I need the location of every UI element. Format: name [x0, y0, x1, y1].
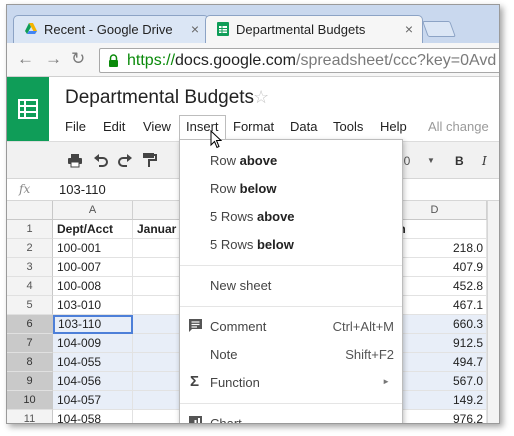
- chart-icon: [189, 416, 202, 423]
- sheets-logo[interactable]: [7, 77, 49, 141]
- cell-dept-acct[interactable]: 100-001: [53, 239, 133, 258]
- submenu-arrow-icon: ►: [382, 377, 390, 386]
- star-icon[interactable]: ☆: [253, 87, 269, 108]
- row-number[interactable]: 10: [7, 391, 53, 410]
- row-number[interactable]: 6: [7, 315, 53, 334]
- sigma-icon: Σ: [190, 373, 200, 390]
- row-number[interactable]: 8: [7, 353, 53, 372]
- back-arrow-icon[interactable]: ←: [17, 49, 34, 69]
- cell-dept-acct[interactable]: 100-008: [53, 277, 133, 296]
- cell-dept-acct[interactable]: 104-055: [53, 353, 133, 372]
- fx-icon: fx: [19, 182, 31, 196]
- column-header-a[interactable]: A: [53, 201, 133, 220]
- menu-item-note[interactable]: Note Shift+F2: [180, 340, 402, 368]
- comment-icon: [189, 319, 202, 332]
- menu-edit[interactable]: Edit: [103, 115, 125, 139]
- menu-tools[interactable]: Tools: [333, 115, 363, 139]
- formula-input[interactable]: 103-110: [59, 182, 106, 197]
- tab-strip: Recent - Google Drive × Departmental Bud…: [7, 5, 499, 43]
- url-scheme: https://: [127, 52, 176, 69]
- menu-help[interactable]: Help: [380, 115, 407, 139]
- cell-dept-acct[interactable]: 104-058: [53, 410, 133, 423]
- forward-arrow-icon[interactable]: →: [45, 49, 62, 69]
- menu-file[interactable]: File: [65, 115, 86, 139]
- cell-dept-acct[interactable]: 104-056: [53, 372, 133, 391]
- row-number[interactable]: 3: [7, 258, 53, 277]
- save-status: All change: [428, 119, 489, 134]
- sheets-logo-icon: [18, 99, 38, 119]
- row-number[interactable]: 9: [7, 372, 53, 391]
- cell-dept-acct[interactable]: 100-007: [53, 258, 133, 277]
- docs-header: Departmental Budgets ☆ File Edit View In…: [7, 77, 499, 141]
- menu-item-row-above[interactable]: Row above: [180, 146, 402, 174]
- shortcut-hint: Shift+F2: [345, 347, 394, 362]
- menu-item-chart[interactable]: Chart: [180, 409, 402, 423]
- row-number[interactable]: 5: [7, 296, 53, 315]
- bold-button[interactable]: B: [455, 154, 464, 168]
- menu-data[interactable]: Data: [290, 115, 317, 139]
- menu-item-comment[interactable]: Comment Ctrl+Alt+M: [180, 312, 402, 340]
- menu-divider: [180, 265, 402, 266]
- vertical-scrollbar[interactable]: [487, 201, 499, 423]
- close-icon[interactable]: ×: [191, 21, 199, 37]
- browser-window: Recent - Google Drive × Departmental Bud…: [6, 4, 500, 424]
- close-icon[interactable]: ×: [405, 21, 413, 37]
- row-number[interactable]: 11: [7, 410, 53, 423]
- url-host: docs.google.com: [175, 52, 296, 69]
- lock-icon: [109, 54, 118, 67]
- row-number[interactable]: 4: [7, 277, 53, 296]
- undo-icon[interactable]: [93, 152, 109, 168]
- print-icon[interactable]: [67, 152, 83, 168]
- url-field[interactable]: https://docs.google.com/spreadsheet/ccc?…: [99, 48, 499, 73]
- select-all-corner[interactable]: [7, 201, 53, 220]
- menu-item-row-below[interactable]: Row below: [180, 174, 402, 202]
- new-tab-button[interactable]: [422, 21, 456, 37]
- cell-dept-acct[interactable]: 103-010: [53, 296, 133, 315]
- menu-item-5-rows-below[interactable]: 5 Rows below: [180, 230, 402, 258]
- menu-item-5-rows-above[interactable]: 5 Rows above: [180, 202, 402, 230]
- menu-item-function[interactable]: Σ Function ►: [180, 368, 402, 396]
- redo-icon[interactable]: [117, 152, 133, 168]
- menu-divider: [180, 306, 402, 307]
- mouse-pointer-icon: [210, 130, 222, 149]
- italic-button[interactable]: I: [482, 154, 487, 168]
- cell-dept-acct[interactable]: 103-110: [53, 315, 133, 334]
- tab-departmental-budgets[interactable]: Departmental Budgets ×: [205, 15, 423, 43]
- chevron-down-icon[interactable]: ▼: [427, 156, 435, 165]
- sheets-icon: [217, 22, 229, 36]
- url-path: /spreadsheet/ccc?key=0Avd: [296, 52, 497, 69]
- cell-dept-acct[interactable]: 104-057: [53, 391, 133, 410]
- row-number[interactable]: 1: [7, 220, 53, 239]
- paint-format-icon[interactable]: [141, 152, 157, 168]
- cell-dept-acct[interactable]: 104-009: [53, 334, 133, 353]
- address-bar-row: ← → ↻ https://docs.google.com/spreadshee…: [7, 43, 499, 77]
- reload-icon[interactable]: ↻: [71, 49, 85, 69]
- cell-a1[interactable]: Dept/Acct: [53, 220, 133, 239]
- tab-title: Recent - Google Drive: [44, 22, 173, 37]
- menu-divider: [180, 403, 402, 404]
- menu-item-new-sheet[interactable]: New sheet: [180, 271, 402, 299]
- row-number[interactable]: 7: [7, 334, 53, 353]
- tab-title: Departmental Budgets: [236, 22, 366, 37]
- menu-view[interactable]: View: [143, 115, 171, 139]
- row-number[interactable]: 2: [7, 239, 53, 258]
- tab-google-drive[interactable]: Recent - Google Drive ×: [13, 15, 209, 43]
- document-title[interactable]: Departmental Budgets: [65, 87, 254, 109]
- google-drive-icon: [25, 23, 37, 34]
- insert-menu-dropdown: Row above Row below 5 Rows above 5 Rows …: [179, 139, 403, 423]
- menu-format[interactable]: Format: [233, 115, 274, 139]
- shortcut-hint: Ctrl+Alt+M: [332, 319, 394, 334]
